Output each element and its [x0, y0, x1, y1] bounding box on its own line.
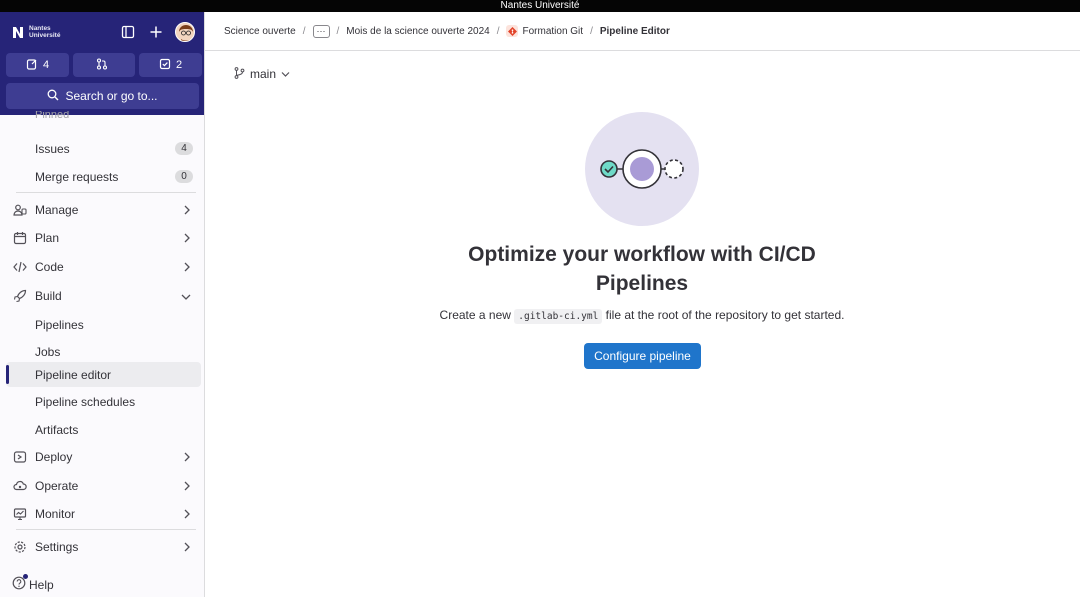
users-icon	[12, 202, 28, 218]
sidebar-item-deploy[interactable]: Deploy	[6, 444, 201, 469]
todos-count: 2	[175, 59, 183, 71]
sidebar-item-operate[interactable]: Operate	[6, 473, 201, 498]
sidebar-item-plan[interactable]: Plan	[6, 225, 201, 250]
chevron-down-icon	[281, 67, 290, 81]
sidebar-item-label: Operate	[35, 478, 79, 493]
chevron-right-icon	[183, 508, 191, 522]
calendar-icon	[12, 230, 28, 246]
sidebar-item-build[interactable]: Build	[6, 283, 201, 308]
user-avatar[interactable]	[175, 22, 195, 42]
chevron-right-icon	[183, 451, 191, 465]
todos-button[interactable]: 2	[139, 53, 202, 77]
empty-state-title: Optimize your workflow with CI/CD Pipeli…	[468, 243, 816, 295]
sidebar-item-merge-requests[interactable]: Merge requests 0	[6, 164, 201, 189]
branch-name: main	[250, 67, 277, 81]
help-icon	[12, 574, 28, 593]
sidebar-item-label: Settings	[35, 539, 79, 554]
chevron-right-icon	[183, 541, 191, 555]
deploy-icon	[12, 449, 28, 465]
nav-divider	[16, 529, 196, 530]
sidebar-item-issues[interactable]: Issues 4	[6, 136, 201, 161]
sidebar-item-label: Plan	[35, 230, 60, 245]
nav-divider	[16, 192, 196, 193]
issues-count-badge: 4	[175, 142, 193, 155]
sidebar-item-label: Pipelines	[35, 317, 84, 332]
sidebar-item-jobs[interactable]: Jobs	[6, 339, 201, 364]
monitor-icon	[12, 506, 28, 522]
sidebar-item-label: Pipeline schedules	[35, 394, 136, 409]
sidebar-item-label: Manage	[35, 202, 79, 217]
sidebar-item-label: Deploy	[35, 449, 73, 464]
count-buttons: 4 2	[6, 53, 202, 77]
help-label: Help	[29, 577, 54, 592]
sidebar-item-label: Code	[35, 259, 64, 274]
sidebar-item-pipeline-editor[interactable]: Pipeline editor	[6, 362, 201, 387]
sidebar-item-code[interactable]: Code	[6, 254, 201, 279]
chevron-right-icon	[183, 204, 191, 218]
breadcrumb-project-label: Formation Git	[522, 25, 584, 37]
issues-icon	[26, 58, 38, 73]
git-logo-icon	[506, 25, 519, 37]
brand-logo[interactable]: Nantes Université	[12, 25, 69, 39]
empty-state-description: Create a new .gitlab-ci.yml file at the …	[342, 308, 942, 324]
sidebar-item-label: Artifacts	[35, 422, 79, 437]
chevron-right-icon	[183, 480, 191, 494]
pipeline-illustration-icon	[600, 149, 684, 189]
sidebar-item-label: Build	[35, 288, 62, 303]
pipeline-illustration	[585, 112, 699, 226]
configure-pipeline-button[interactable]: Configure pipeline	[584, 343, 701, 369]
chevron-right-icon	[183, 261, 191, 275]
branch-icon	[234, 66, 245, 82]
breadcrumb-item-group[interactable]: Science ouverte	[224, 26, 296, 37]
desc-text-before: Create a new	[439, 308, 515, 322]
sidebar-item-label: Issues	[35, 141, 70, 156]
merge-requests-button[interactable]	[73, 53, 135, 77]
help-button[interactable]: Help	[12, 574, 54, 593]
sidebar-header: Nantes Université 4 2 Search or go to...	[0, 12, 204, 115]
search-icon	[47, 89, 59, 104]
sidebar-item-pipeline-schedules[interactable]: Pipeline schedules	[6, 389, 201, 414]
merge-requests-count-badge: 0	[175, 170, 193, 183]
sidebar-top-actions	[119, 22, 195, 42]
sidebar-item-monitor[interactable]: Monitor	[6, 501, 201, 526]
brand-mark-icon	[12, 26, 24, 39]
sidebar-item-pipelines[interactable]: Pipelines	[6, 312, 201, 337]
main-content: Science ouverte / ··· / Mois de la scien…	[205, 12, 1080, 597]
assigned-issues-button[interactable]: 4	[6, 53, 69, 77]
sidebar-item-label: Monitor	[35, 506, 76, 521]
breadcrumb: Science ouverte / ··· / Mois de la scien…	[205, 12, 1080, 51]
sidebar-item-label: Jobs	[35, 344, 61, 359]
gear-icon	[12, 539, 28, 555]
breadcrumb-item-subgroup[interactable]: Mois de la science ouverte 2024	[346, 26, 489, 37]
merge-request-icon	[96, 57, 108, 73]
assigned-issues-count: 4	[42, 59, 50, 71]
sidebar: Nantes Université 4 2 Search or go to...…	[0, 12, 205, 597]
cloud-gear-icon	[12, 478, 28, 494]
sidebar-item-settings[interactable]: Settings	[6, 534, 201, 559]
sidebar-item-manage[interactable]: Manage	[6, 197, 201, 222]
breadcrumb-current-page: Pipeline Editor	[599, 25, 670, 37]
plus-icon[interactable]	[147, 23, 165, 41]
code-icon	[12, 259, 28, 275]
window-title: Nantes Université	[500, 0, 580, 11]
desc-text-after: file at the root of the repository to ge…	[602, 308, 845, 322]
sidebar-item-label: Pipeline editor	[35, 367, 112, 382]
sidebar-item-label: Merge requests	[35, 169, 119, 184]
gitlab-ci-filename: .gitlab-ci.yml	[514, 309, 603, 324]
breadcrumb-item-project[interactable]: Formation Git	[506, 25, 583, 37]
todo-icon	[159, 58, 171, 73]
breadcrumb-more-button[interactable]: ···	[312, 24, 330, 38]
chevron-down-icon	[181, 290, 191, 304]
search-label: Search or go to...	[65, 89, 158, 103]
search-button[interactable]: Search or go to...	[6, 83, 199, 109]
pinned-section-label: Pinned	[35, 111, 70, 119]
help-notification-dot	[23, 574, 28, 579]
toggle-sidebar-icon[interactable]	[119, 23, 137, 41]
window-title-bar: Nantes Université	[0, 0, 1080, 12]
branch-selector[interactable]: main	[226, 62, 298, 86]
rocket-icon	[12, 288, 28, 304]
sidebar-item-artifacts[interactable]: Artifacts	[6, 417, 201, 442]
chevron-right-icon	[183, 232, 191, 246]
brand-name-line2: Université	[29, 31, 61, 39]
